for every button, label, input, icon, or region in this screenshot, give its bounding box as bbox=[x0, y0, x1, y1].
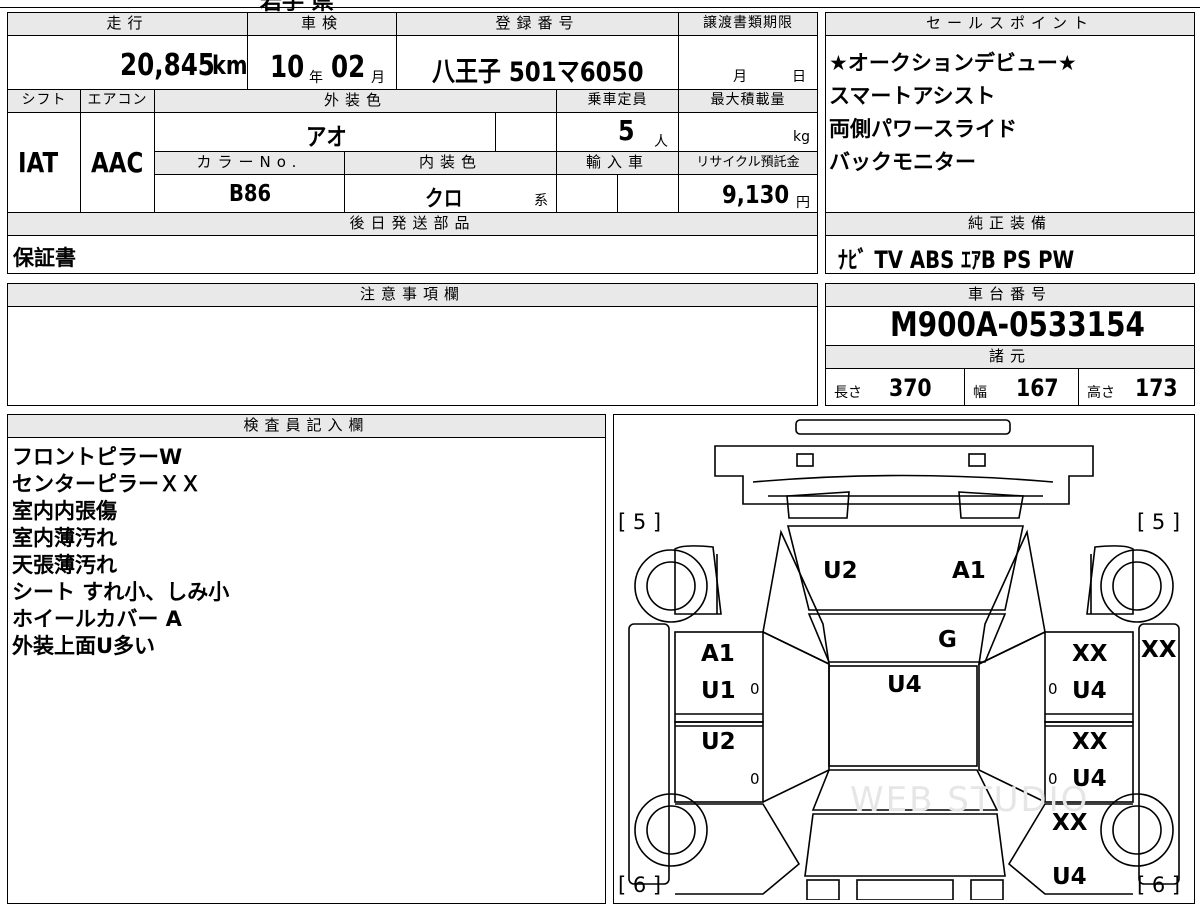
chassis-number: M900A-0533154 bbox=[890, 305, 1145, 345]
inspection-month-unit: 月 bbox=[371, 70, 385, 86]
inspector-item-2: センターピラーＸＸ bbox=[12, 472, 201, 496]
shift-header: シフト bbox=[7, 89, 81, 113]
later-parts-value: 保証書 bbox=[13, 246, 76, 270]
transfer-day-unit: 日 bbox=[792, 69, 806, 85]
spec-height-label: 高さ bbox=[1087, 385, 1115, 401]
spec-length-label: 長さ bbox=[834, 385, 862, 401]
later-parts-header: 後日発送部品 bbox=[7, 212, 818, 236]
recycle-fee-value: 9,130 bbox=[722, 180, 790, 209]
transfer-deadline-header: 譲渡書類期限 bbox=[678, 12, 818, 36]
mileage-value: 20,845 bbox=[120, 48, 215, 83]
code-left-rear-door: U2 bbox=[701, 729, 736, 755]
aircon-header: エアコン bbox=[80, 89, 155, 113]
code-roof: U4 bbox=[887, 672, 922, 698]
code-right-front-door-2: U4 bbox=[1072, 678, 1107, 704]
capacity-unit: 人 bbox=[654, 134, 668, 150]
sales-point-1: ★オークションデビュー★ bbox=[829, 51, 1077, 75]
sales-point-4: バックモニター bbox=[829, 150, 976, 174]
sales-point-2: スマートアシスト bbox=[829, 84, 996, 108]
inspector-item-6: シート すれ小、しみ小 bbox=[12, 580, 230, 604]
inspection-year: 10 bbox=[270, 50, 305, 85]
interior-color-suffix: 系 bbox=[534, 193, 548, 209]
mileage-unit: km bbox=[212, 51, 248, 81]
interior-color-header: 内装色 bbox=[344, 151, 557, 175]
mileage-header: 走行 bbox=[7, 12, 248, 36]
tire-rear-right: [ 6 ] bbox=[1137, 873, 1181, 897]
zero-mark-2: 0 bbox=[750, 770, 760, 788]
code-hood-left: U2 bbox=[823, 558, 858, 584]
code-right-front-door-1: XX bbox=[1072, 641, 1108, 667]
code-left-front-door-1: A1 bbox=[701, 641, 735, 667]
code-windshield: G bbox=[938, 627, 957, 653]
code-right-rear-fender: XX bbox=[1052, 810, 1088, 836]
import-header: 輸入車 bbox=[556, 151, 679, 175]
spec-width-label: 幅 bbox=[973, 385, 987, 401]
inspector-item-3: 室内内張傷 bbox=[12, 499, 117, 523]
color-no-value: B86 bbox=[229, 181, 272, 207]
sales-point-3: 両側パワースライド bbox=[829, 117, 1017, 141]
interior-color-value: クロ bbox=[425, 187, 463, 212]
exterior-color-extra-cell bbox=[495, 112, 557, 152]
spec-height-value: 173 bbox=[1135, 374, 1178, 402]
recycle-fee-unit: 円 bbox=[796, 195, 810, 211]
zero-mark-4: 0 bbox=[1048, 770, 1058, 788]
exterior-color-value: アオ bbox=[306, 123, 347, 151]
registration-header: 登録番号 bbox=[396, 12, 679, 36]
inspector-item-7: ホイールカバー A bbox=[12, 607, 182, 631]
inspector-item-1: フロントピラーW bbox=[12, 445, 183, 469]
chassis-header: 車台番号 bbox=[825, 283, 1195, 307]
exterior-color-header: 外装色 bbox=[154, 89, 557, 113]
spec-length-value: 370 bbox=[889, 374, 932, 402]
code-right-rear-door-1: XX bbox=[1072, 729, 1108, 755]
max-load-unit: kg bbox=[793, 129, 810, 145]
import-cell-b bbox=[617, 174, 679, 213]
code-right-rear-quarter: U4 bbox=[1052, 864, 1087, 890]
capacity-value: 5 bbox=[618, 114, 635, 147]
zero-mark-3: 0 bbox=[1048, 680, 1058, 698]
inspector-item-4: 室内薄汚れ bbox=[12, 526, 117, 550]
code-hood-right: A1 bbox=[952, 558, 986, 584]
spec-width-value: 167 bbox=[1016, 374, 1059, 402]
inspection-month: 02 bbox=[331, 50, 366, 85]
sales-points-header: セールスポイント bbox=[825, 12, 1195, 36]
transfer-month-unit: 月 bbox=[733, 69, 747, 85]
inspector-header: 検査員記入欄 bbox=[7, 414, 606, 438]
code-right-pillar: XX bbox=[1141, 637, 1177, 663]
tire-rear-left: [ 6 ] bbox=[618, 873, 662, 897]
genuine-equipment-header: 純正装備 bbox=[825, 212, 1195, 236]
import-cell-a bbox=[556, 174, 618, 213]
code-left-front-door-2: U1 bbox=[701, 678, 736, 704]
inspector-item-8: 外装上面U多い bbox=[12, 634, 156, 658]
notes-header: 注意事項欄 bbox=[7, 283, 818, 307]
capacity-header: 乗車定員 bbox=[556, 89, 679, 113]
top-fragment-strip bbox=[0, 0, 1200, 8]
code-right-rear-door-2: U4 bbox=[1072, 766, 1107, 792]
inspection-year-unit: 年 bbox=[309, 70, 323, 86]
genuine-equipment-value: ﾅﾋﾞ TV ABS ｴｱB PS PW bbox=[838, 246, 1075, 274]
recycle-fee-header: リサイクル預託金 bbox=[678, 151, 818, 175]
shift-value: IAT bbox=[18, 146, 59, 179]
max-load-header: 最大積載量 bbox=[678, 89, 818, 113]
registration-value: 八王子 501マ6050 bbox=[432, 57, 644, 88]
inspector-item-5: 天張薄汚れ bbox=[12, 553, 117, 577]
zero-mark-1: 0 bbox=[750, 680, 760, 698]
tire-front-right: [ 5 ] bbox=[1137, 510, 1181, 534]
aircon-value: AAC bbox=[91, 146, 144, 179]
inspection-header: 車検 bbox=[247, 12, 397, 36]
specs-header: 諸元 bbox=[825, 345, 1195, 369]
color-no-header: カラーNo. bbox=[154, 151, 345, 175]
tire-front-left: [ 5 ] bbox=[618, 510, 662, 534]
